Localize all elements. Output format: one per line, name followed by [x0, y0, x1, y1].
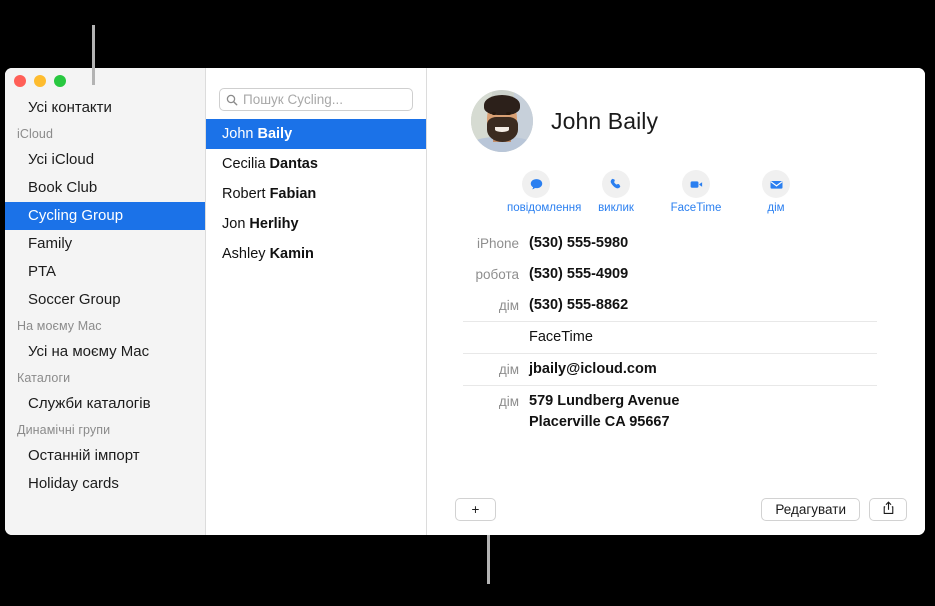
field-row-work-phone[interactable]: робота (530) 555-4909 [463, 259, 877, 290]
contact-last-name: Kamin [269, 246, 314, 262]
field-value: jbaily@icloud.com [529, 361, 657, 377]
contact-first-name: Cecilia [222, 156, 270, 172]
avatar [471, 90, 533, 152]
edit-button[interactable]: Редагувати [761, 497, 860, 521]
action-call[interactable]: виклик [587, 170, 645, 214]
list-item[interactable]: John Baily [206, 119, 426, 149]
search-icon [226, 94, 238, 106]
sidebar-item-all-on-my-mac[interactable]: Усі на моєму Mac [5, 338, 205, 366]
minimize-button[interactable] [34, 75, 46, 87]
contact-first-name: Ashley [222, 246, 270, 262]
action-facetime-label: FaceTime [670, 202, 722, 214]
field-row-home-address[interactable]: дім 579 Lundberg Avenue Placerville CA 9… [463, 385, 877, 438]
sidebar-group-header-on-my-mac: На моєму Mac [17, 319, 102, 333]
contact-last-name: Dantas [269, 156, 318, 172]
sidebar: Усі контакти iCloud Усі iCloud Book Club… [5, 68, 205, 535]
field-value: 579 Lundberg Avenue Placerville CA 95667 [529, 391, 679, 433]
sidebar-item-family[interactable]: Family [5, 230, 205, 258]
contact-last-name: Baily [257, 126, 293, 142]
contact-first-name: Jon [222, 216, 250, 232]
action-mail[interactable]: дім [747, 170, 805, 214]
sidebar-group-header-smart-groups: Динамічні групи [17, 423, 111, 437]
address-line-2: Placerville CA 95667 [529, 414, 670, 430]
sidebar-item-pta[interactable]: PTA [5, 258, 205, 286]
action-message[interactable]: повідомлення [507, 170, 582, 214]
page-title: John Baily [551, 107, 659, 134]
field-row-iphone[interactable]: iPhone (530) 555-5980 [463, 228, 877, 259]
sidebar-item-all-contacts[interactable]: Усі контакти [5, 94, 205, 122]
envelope-icon [762, 170, 790, 198]
action-call-label: виклик [598, 202, 634, 214]
sidebar-item-soccer-group[interactable]: Soccer Group [5, 286, 205, 314]
field-row-facetime[interactable]: FaceTime [463, 321, 877, 353]
contact-fields: iPhone (530) 555-5980 робота (530) 555-4… [427, 214, 925, 438]
message-bubble-icon [522, 170, 550, 198]
list-item[interactable]: Cecilia Dantas [206, 149, 426, 179]
contact-detail-pane: John Baily повідомлення виклик FaceTime … [427, 68, 925, 535]
sidebar-group-header-icloud: iCloud [17, 127, 54, 141]
toolbar-right-group: Редагувати [761, 497, 907, 521]
add-button[interactable]: + [455, 497, 496, 521]
field-label: робота [475, 267, 520, 282]
field-label: iPhone [476, 236, 519, 251]
action-facetime[interactable]: FaceTime [667, 170, 725, 214]
list-item[interactable]: Jon Herlihy [206, 209, 426, 239]
list-item[interactable]: Robert Fabian [206, 179, 426, 209]
detail-toolbar: + Редагувати [427, 483, 925, 535]
zoom-button[interactable] [54, 75, 66, 87]
field-value: FaceTime [529, 329, 593, 345]
action-message-label: повідомлення [507, 202, 582, 214]
field-label: дім [498, 394, 519, 409]
contact-last-name: Herlihy [249, 216, 299, 232]
window-traffic-lights [5, 68, 205, 94]
field-row-home-email[interactable]: дім jbaily@icloud.com [463, 353, 877, 385]
sidebar-item-holiday-cards[interactable]: Holiday cards [5, 470, 205, 498]
field-label: дім [498, 362, 519, 377]
list-item[interactable]: Ashley Kamin [206, 239, 426, 269]
search-container: Пошук Cycling... [206, 68, 426, 119]
share-icon [882, 501, 895, 518]
close-button[interactable] [14, 75, 26, 87]
contact-first-name: John [222, 126, 258, 142]
contact-header: John Baily [427, 68, 925, 152]
contact-last-name: Fabian [269, 186, 317, 202]
sidebar-item-last-import[interactable]: Останній імпорт [5, 442, 205, 470]
phone-icon [602, 170, 630, 198]
field-value: (530) 555-8862 [529, 297, 629, 313]
contact-first-name: Robert [222, 186, 270, 202]
field-value: (530) 555-5980 [529, 235, 629, 251]
field-label: дім [498, 298, 519, 313]
quick-actions: повідомлення виклик FaceTime дім [427, 152, 925, 214]
field-value: (530) 555-4909 [529, 266, 629, 282]
sidebar-item-all-icloud[interactable]: Усі iCloud [5, 146, 205, 174]
sidebar-item-book-club[interactable]: Book Club [5, 174, 205, 202]
contacts-window: Усі контакти iCloud Усі iCloud Book Club… [5, 68, 925, 535]
search-placeholder: Пошук Cycling... [243, 91, 343, 107]
address-line-1: 579 Lundberg Avenue [529, 393, 680, 409]
video-camera-icon [682, 170, 710, 198]
callout-line-sidebar [92, 25, 95, 85]
action-mail-label: дім [767, 202, 785, 214]
search-input[interactable]: Пошук Cycling... [219, 88, 413, 111]
sidebar-group-header-directories: Каталоги [17, 371, 71, 385]
contact-list-column: Пошук Cycling... John Baily Cecilia Dant… [205, 68, 427, 535]
screenshot-root: Усі контакти iCloud Усі iCloud Book Club… [0, 0, 935, 606]
field-row-home-phone[interactable]: дім (530) 555-8862 [463, 290, 877, 321]
sidebar-item-cycling-group[interactable]: Cycling Group [5, 202, 205, 230]
share-button[interactable] [869, 497, 907, 521]
sidebar-item-directory-services[interactable]: Служби каталогів [5, 390, 205, 418]
